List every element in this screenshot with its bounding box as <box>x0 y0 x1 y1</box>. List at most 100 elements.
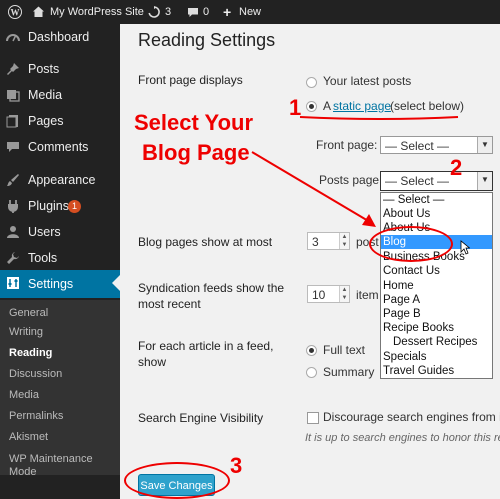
wordpress-logo-icon[interactable]: W <box>8 5 22 19</box>
blog-option-highlight-ring <box>369 226 453 262</box>
front-page-select-value: — Select — <box>385 139 450 153</box>
plugins-update-badge: 1 <box>68 200 81 213</box>
blog-pages-label: Blog pages show at most <box>138 235 273 249</box>
menu-label: Media <box>28 88 63 102</box>
paintbrush-icon <box>7 174 19 186</box>
admin-bar: W My WordPress Site 3 0 + New <box>0 0 500 24</box>
current-menu-arrow <box>112 275 120 291</box>
dropdown-option[interactable]: — Select — <box>383 193 444 207</box>
submenu-permalinks[interactable]: Permalinks <box>9 409 63 423</box>
summary-label: Summary <box>323 365 375 379</box>
menu-item-users[interactable]: Users <box>0 219 120 245</box>
menu-item-tools[interactable]: Tools <box>0 245 120 271</box>
submenu-general[interactable]: General <box>9 306 48 320</box>
comments-icon[interactable] <box>187 7 199 18</box>
menu-label: Dashboard <box>28 30 90 44</box>
radio-full-text[interactable] <box>306 345 317 356</box>
latest-posts-label: Your latest posts <box>323 74 412 88</box>
items-unit-label: item <box>356 288 379 302</box>
menu-label: Comments <box>28 140 89 154</box>
discourage-search-label: Discourage search engines from in <box>323 410 500 424</box>
dropdown-option[interactable]: Page B <box>383 307 421 321</box>
radio-static-page[interactable] <box>306 101 317 112</box>
comments-count[interactable]: 0 <box>203 0 209 24</box>
posts-page-dropdown-list: — Select — About Us About Us Blog Busine… <box>380 192 493 379</box>
dropdown-option-child[interactable]: Dessert Recipes <box>393 335 477 349</box>
pushpin-icon <box>7 63 19 75</box>
feed-items-input[interactable]: 10 ▲ ▼ <box>307 285 350 303</box>
step-number-1: 1 <box>289 95 302 120</box>
step-number-2: 2 <box>450 155 463 180</box>
plug-icon <box>8 200 18 213</box>
submenu-wp-maintenance-mode[interactable]: Mode <box>9 465 37 479</box>
menu-label: Appearance <box>28 173 96 187</box>
posts-page-select[interactable]: — Select — ▼ <box>380 171 493 191</box>
dropdown-option[interactable]: About Us <box>383 207 430 221</box>
callout-text-line2: Blog Page <box>142 140 250 165</box>
menu-item-settings[interactable]: Settings <box>0 270 120 298</box>
menu-item-plugins[interactable]: Plugins 1 <box>0 193 120 219</box>
static-page-link[interactable]: static page <box>333 99 391 113</box>
plus-icon[interactable]: + <box>223 0 231 24</box>
menu-item-dashboard[interactable]: Dashboard <box>0 24 120 50</box>
save-button-highlight-ring <box>124 462 230 499</box>
menu-label: Plugins <box>28 199 69 213</box>
chevron-down-icon: ▼ <box>477 172 492 190</box>
wrench-icon <box>7 252 19 264</box>
menu-label: Users <box>28 225 61 239</box>
radio-latest-posts[interactable] <box>306 77 317 88</box>
dropdown-option[interactable]: Recipe Books <box>383 321 454 335</box>
discourage-search-checkbox[interactable] <box>307 412 319 424</box>
menu-label: Settings <box>28 277 74 291</box>
posts-per-page-value: 3 <box>312 235 319 249</box>
updates-count[interactable]: 3 <box>165 0 171 24</box>
static-suffix: (select below) <box>390 99 465 113</box>
media-icon <box>7 90 20 102</box>
stepper-icon[interactable]: ▲ ▼ <box>339 233 349 249</box>
new-content-link[interactable]: New <box>239 0 261 24</box>
dropdown-option[interactable]: Page A <box>383 293 420 307</box>
search-visibility-description: It is up to search engines to honor this… <box>305 432 500 444</box>
feed-items-value: 10 <box>312 288 326 302</box>
syndication-label-line1: Syndication feeds show the <box>138 281 285 295</box>
feed-article-label-line2: show <box>138 355 167 369</box>
step-number-3: 3 <box>230 453 243 478</box>
menu-item-pages[interactable]: Pages <box>0 108 120 134</box>
callout-text-line1: Select Your <box>134 110 254 135</box>
page-title: Reading Settings <box>138 30 276 50</box>
comment-bubble-icon <box>7 142 19 152</box>
dropdown-option[interactable]: Contact Us <box>383 264 440 278</box>
dropdown-option[interactable]: Home <box>383 279 414 293</box>
site-name-link[interactable]: My WordPress Site <box>50 0 144 24</box>
front-page-select[interactable]: — Select — ▼ <box>380 136 493 154</box>
menu-label: Tools <box>28 251 58 265</box>
submenu-akismet[interactable]: Akismet <box>9 430 48 444</box>
radio-summary[interactable] <box>306 367 317 378</box>
menu-item-appearance[interactable]: Appearance <box>0 167 120 193</box>
submenu-reading[interactable]: Reading <box>9 346 52 360</box>
settings-sliders-icon <box>7 277 19 289</box>
submenu-wp-maintenance[interactable]: WP Maintenance <box>9 452 93 466</box>
dropdown-option[interactable]: Travel Guides <box>383 364 454 378</box>
submenu-discussion[interactable]: Discussion <box>9 367 62 381</box>
updates-icon[interactable] <box>148 6 160 18</box>
menu-item-posts[interactable]: Posts <box>0 56 120 82</box>
feed-article-label-line1: For each article in a feed, <box>138 339 274 353</box>
full-text-label: Full text <box>323 343 366 357</box>
menu-item-media[interactable]: Media <box>0 82 120 108</box>
menu-label: Pages <box>28 114 64 128</box>
search-visibility-label: Search Engine Visibility <box>138 411 264 425</box>
chevron-down-icon: ▼ <box>477 137 492 153</box>
posts-page-select-value: — Select — <box>385 174 450 188</box>
submenu-writing[interactable]: Writing <box>9 325 43 339</box>
settings-submenu: General Writing Reading Discussion Media… <box>0 300 120 478</box>
posts-per-page-input[interactable]: 3 ▲ ▼ <box>307 232 350 250</box>
user-icon <box>7 226 19 238</box>
pages-icon <box>6 115 18 128</box>
menu-item-comments[interactable]: Comments <box>0 134 120 160</box>
submenu-media[interactable]: Media <box>9 388 39 402</box>
svg-text:W: W <box>11 8 20 18</box>
stepper-icon[interactable]: ▲ ▼ <box>339 286 349 302</box>
home-icon[interactable] <box>32 5 45 18</box>
dropdown-option[interactable]: Specials <box>383 350 426 364</box>
